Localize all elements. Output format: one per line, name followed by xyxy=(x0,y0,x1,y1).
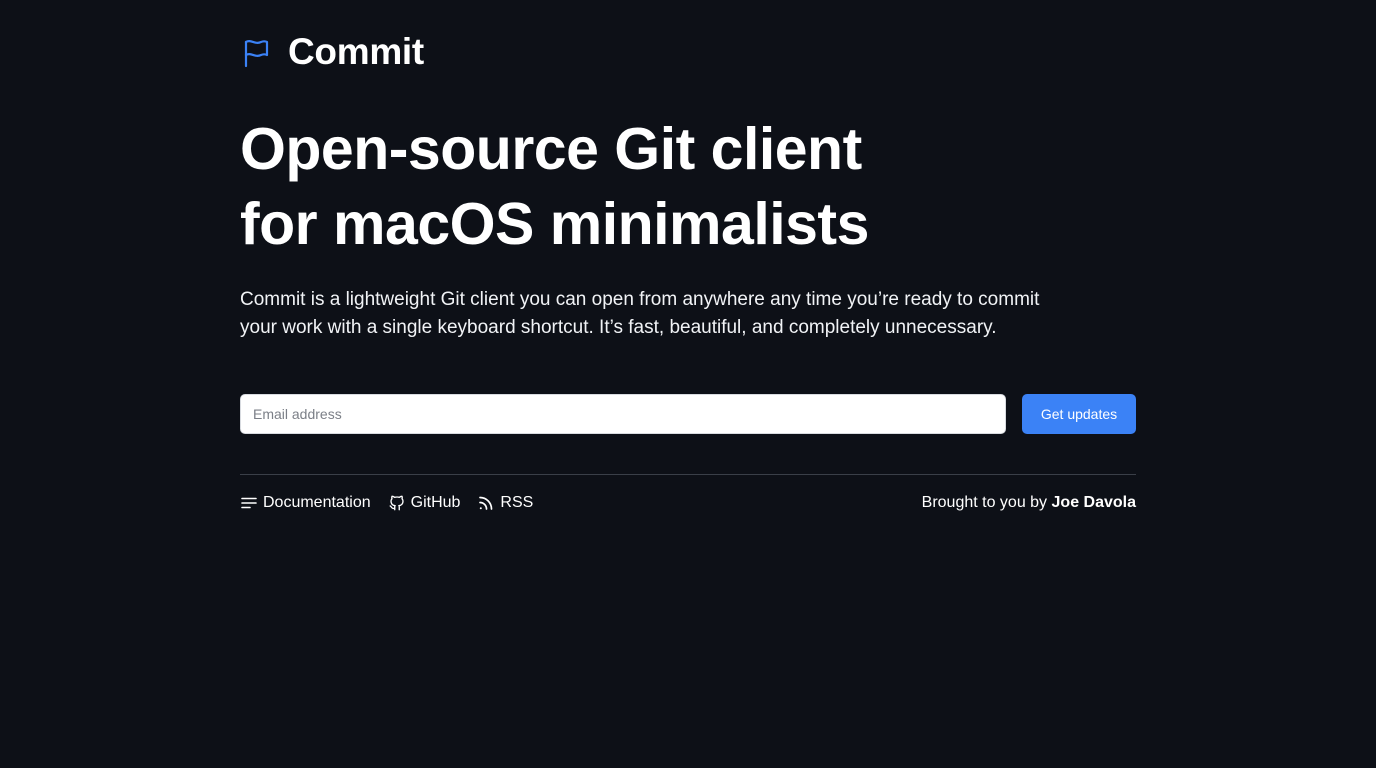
rss-icon xyxy=(479,496,493,510)
documentation-link[interactable]: Documentation xyxy=(240,494,371,512)
github-icon xyxy=(389,495,404,511)
headline-line-2: for macOS minimalists xyxy=(240,191,869,257)
brand-name: Commit xyxy=(288,31,424,72)
rss-link-label: RSS xyxy=(500,494,534,511)
github-link-label: GitHub xyxy=(410,494,461,511)
headline-line-1: Open-source Git client xyxy=(240,116,862,182)
documentation-link-label: Documentation xyxy=(263,494,371,511)
footer-divider xyxy=(240,474,1136,475)
signup-form: Get updates xyxy=(240,394,1136,434)
credit-prefix: Brought to you by xyxy=(921,494,1048,511)
rss-link[interactable]: RSS xyxy=(477,494,533,512)
lines-icon xyxy=(241,497,257,509)
email-input[interactable] xyxy=(240,394,1006,434)
github-link[interactable]: GitHub xyxy=(388,494,461,512)
get-updates-button[interactable]: Get updates xyxy=(1022,394,1136,434)
credit: Brought to you by Joe Davola xyxy=(922,494,1136,512)
author-link[interactable]: Joe Davola xyxy=(1052,494,1136,511)
footer: Documentation GitHub RSS Brought to you … xyxy=(240,490,1136,516)
footer-links: Documentation GitHub RSS xyxy=(240,494,550,512)
brand[interactable]: Commit xyxy=(240,30,424,74)
flag-icon xyxy=(244,40,269,68)
hero-lead: Commit is a lightweight Git client you c… xyxy=(240,289,1040,338)
hero-headline: Open-source Git client for macOS minimal… xyxy=(240,112,1140,262)
